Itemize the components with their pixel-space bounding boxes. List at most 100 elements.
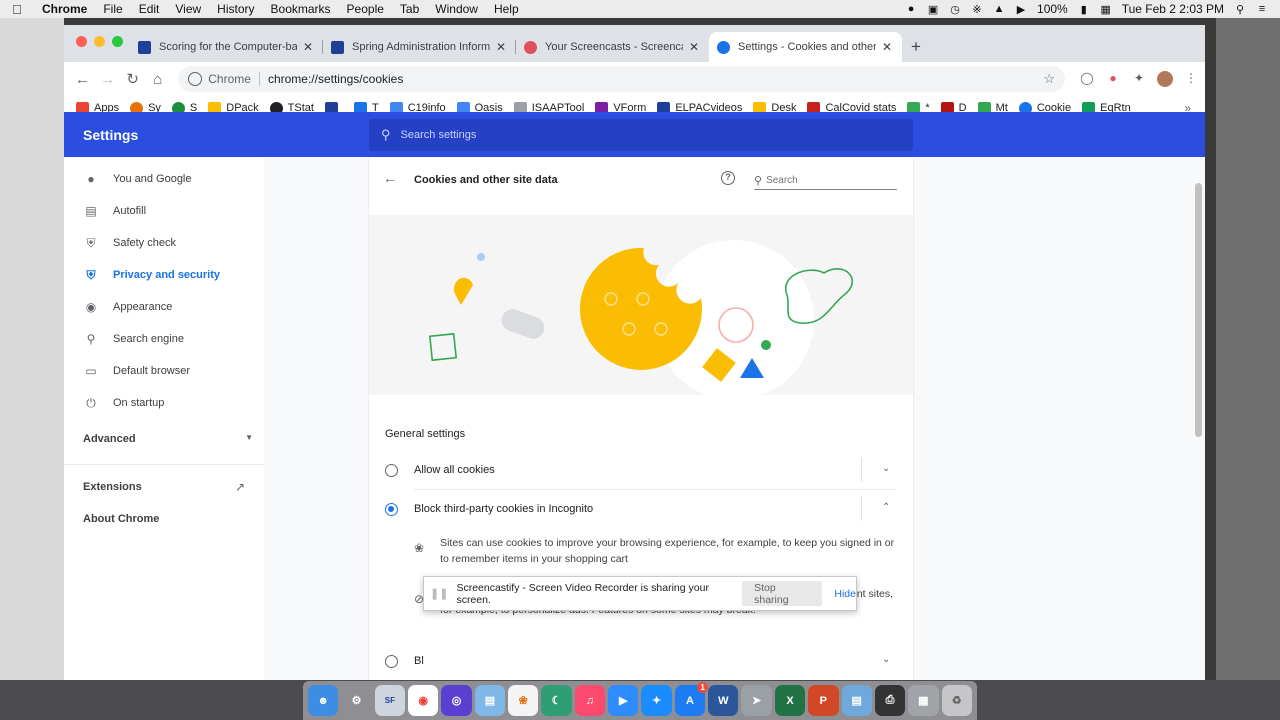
home-icon[interactable]: ⌂ <box>145 71 170 88</box>
detail-cookies-experience: ❀ Sites can use cookies to improve your … <box>414 535 899 567</box>
word-icon[interactable]: W <box>708 685 739 716</box>
menu-help[interactable]: Help <box>486 2 527 16</box>
radio-block-third-party[interactable] <box>385 654 398 668</box>
option-block-third-party[interactable]: Bl ⌄ <box>369 642 913 680</box>
option-block-third-party-incognito[interactable]: Block third-party cookies in Incognito ⌃ <box>369 490 913 528</box>
music-icon[interactable]: ♫ <box>574 685 606 716</box>
sidebar-item-appearance[interactable]: ◉ Appearance <box>64 291 264 323</box>
menu-history[interactable]: History <box>209 2 262 16</box>
app-store-icon[interactable]: A1 <box>674 682 709 716</box>
preview-icon[interactable]: ▤ <box>474 685 506 716</box>
system-preferences-icon[interactable]: ⚙ <box>341 685 372 716</box>
siri-icon[interactable]: ◎ <box>441 685 472 716</box>
timer-icon[interactable]: ◷ <box>949 3 961 16</box>
close-tab-icon[interactable]: ✕ <box>687 40 701 54</box>
help-icon[interactable]: ? <box>721 171 735 185</box>
reload-icon[interactable]: ↻ <box>120 70 145 88</box>
sidebar-item-search-engine[interactable]: ⚲ Search engine <box>64 323 264 355</box>
menu-people[interactable]: People <box>339 2 392 16</box>
volume-icon[interactable]: ▶ <box>1015 3 1027 16</box>
sidebar-advanced-toggle[interactable]: Advanced ▼ <box>83 433 253 445</box>
menu-bookmarks[interactable]: Bookmarks <box>263 2 339 16</box>
close-tab-icon[interactable]: ✕ <box>301 40 315 54</box>
menu-view[interactable]: View <box>167 2 209 16</box>
tab-settings[interactable]: Settings - Cookies and other s ✕ <box>709 32 902 62</box>
finder-icon[interactable]: ☻ <box>308 685 339 716</box>
site-info-icon[interactable] <box>188 72 203 86</box>
bluetooth-icon[interactable]: ※ <box>971 3 983 16</box>
sidebar-item-privacy-security[interactable]: ⛨ Privacy and security <box>64 259 264 291</box>
radio-allow-all[interactable] <box>385 463 398 477</box>
extension-icon[interactable]: ◯ <box>1079 71 1095 87</box>
chrome-icon[interactable]: ◉ <box>408 685 439 716</box>
utility-app-icon[interactable]: ☾ <box>541 685 572 716</box>
menu-kebab-icon[interactable]: ⋮ <box>1183 71 1199 87</box>
drag-handle-icon[interactable]: ❚❚ <box>430 587 448 600</box>
calendar-icon[interactable]: ▦ <box>1100 3 1112 16</box>
safari-icon[interactable]: ✦ <box>641 685 672 716</box>
clock[interactable]: Tue Feb 2 2:03 PM <box>1122 2 1224 16</box>
sidebar-item-safety-check[interactable]: ⛨ Safety check <box>64 227 264 259</box>
tab-scoring[interactable]: Scoring for the Computer-base ✕ <box>130 32 323 62</box>
close-window-button[interactable] <box>76 36 87 47</box>
wifi-icon[interactable]: ▲ <box>993 3 1005 15</box>
photos-icon[interactable]: ❀ <box>508 685 539 716</box>
back-arrow-icon[interactable]: ← <box>383 170 397 186</box>
screencastify-icon[interactable]: ● <box>1105 71 1121 87</box>
menu-file[interactable]: File <box>95 2 130 16</box>
page-scrollbar[interactable] <box>1195 183 1202 437</box>
sidebar-item-on-startup[interactable]: ⏻ On startup <box>64 387 264 419</box>
screen-record-icon[interactable]: ▣ <box>927 3 939 16</box>
minimize-window-button[interactable] <box>94 36 105 47</box>
open-external-icon[interactable]: ↗ <box>235 480 249 494</box>
url-text[interactable]: chrome://settings/cookies <box>260 72 403 86</box>
control-center-icon[interactable]: ≡ <box>1256 3 1268 15</box>
collapse-chevron-icon[interactable]: ⌃ <box>882 502 890 513</box>
sidebar-item-autofill[interactable]: ▤ Autofill <box>64 195 264 227</box>
radio-block-third-party-incognito[interactable] <box>385 502 398 516</box>
hide-button[interactable]: Hide <box>834 588 856 600</box>
back-icon[interactable]: ← <box>70 71 95 88</box>
battery-label[interactable]: 100% <box>1037 2 1068 16</box>
puzzle-icon[interactable]: ✦ <box>1131 71 1147 87</box>
sfusd-icon[interactable]: SF <box>374 685 406 716</box>
bookmark-star-icon[interactable]: ☆ <box>1043 71 1055 87</box>
excel-icon[interactable]: X <box>774 685 806 716</box>
zoom-icon[interactable]: ▶ <box>608 685 639 716</box>
screenshot-icon[interactable]: ▤ <box>841 685 872 716</box>
close-tab-icon[interactable]: ✕ <box>494 40 508 54</box>
trash-icon[interactable]: ♻ <box>941 685 972 716</box>
stop-sharing-button[interactable]: Stop sharing <box>742 581 823 606</box>
tab-spring-admin[interactable]: Spring Administration Informat ✕ <box>323 32 516 62</box>
zoom-window-button[interactable] <box>112 36 123 47</box>
launchpad-icon[interactable]: ➤ <box>741 685 772 716</box>
new-tab-button[interactable]: + <box>902 32 930 62</box>
expand-chevron-icon[interactable]: ⌄ <box>882 463 890 474</box>
spotlight-icon[interactable]: ⚲ <box>1234 3 1246 16</box>
sidebar-item-label: On startup <box>113 397 165 409</box>
sidebar-item-default-browser[interactable]: ▭ Default browser <box>64 355 264 387</box>
menu-tab[interactable]: Tab <box>392 2 427 16</box>
sidebar-item-you-and-google[interactable]: ● You and Google <box>64 163 264 195</box>
apple-icon[interactable]:  <box>0 2 34 17</box>
menu-window[interactable]: Window <box>427 2 486 16</box>
option-allow-all-cookies[interactable]: Allow all cookies ⌄ <box>369 451 913 489</box>
settings-search-field[interactable]: ⚲ Search settings <box>369 119 913 151</box>
profile-avatar[interactable] <box>1157 71 1173 87</box>
menu-app-name[interactable]: Chrome <box>34 2 95 16</box>
downloads-stack-icon[interactable]: ▦ <box>908 685 939 716</box>
microphone-icon[interactable]: ● <box>905 3 917 15</box>
menu-edit[interactable]: Edit <box>131 2 168 16</box>
address-bar[interactable]: Chrome chrome://settings/cookies ☆ <box>178 66 1065 92</box>
card-search-input[interactable] <box>766 174 887 186</box>
power-icon: ⏻ <box>86 395 96 410</box>
close-tab-icon[interactable]: ✕ <box>880 40 894 54</box>
sidebar-extensions-link[interactable]: Extensions <box>83 481 142 493</box>
tab-screencasts[interactable]: Your Screencasts - Screencast ✕ <box>516 32 709 62</box>
sidebar-about-chrome[interactable]: About Chrome <box>83 513 159 525</box>
card-search-field[interactable]: ⚲ <box>754 171 897 190</box>
printer-icon[interactable]: ⎙ <box>874 685 906 716</box>
forward-icon[interactable]: → <box>95 71 120 88</box>
powerpoint-icon[interactable]: P <box>808 685 839 716</box>
expand-chevron-icon[interactable]: ⌄ <box>882 654 890 665</box>
